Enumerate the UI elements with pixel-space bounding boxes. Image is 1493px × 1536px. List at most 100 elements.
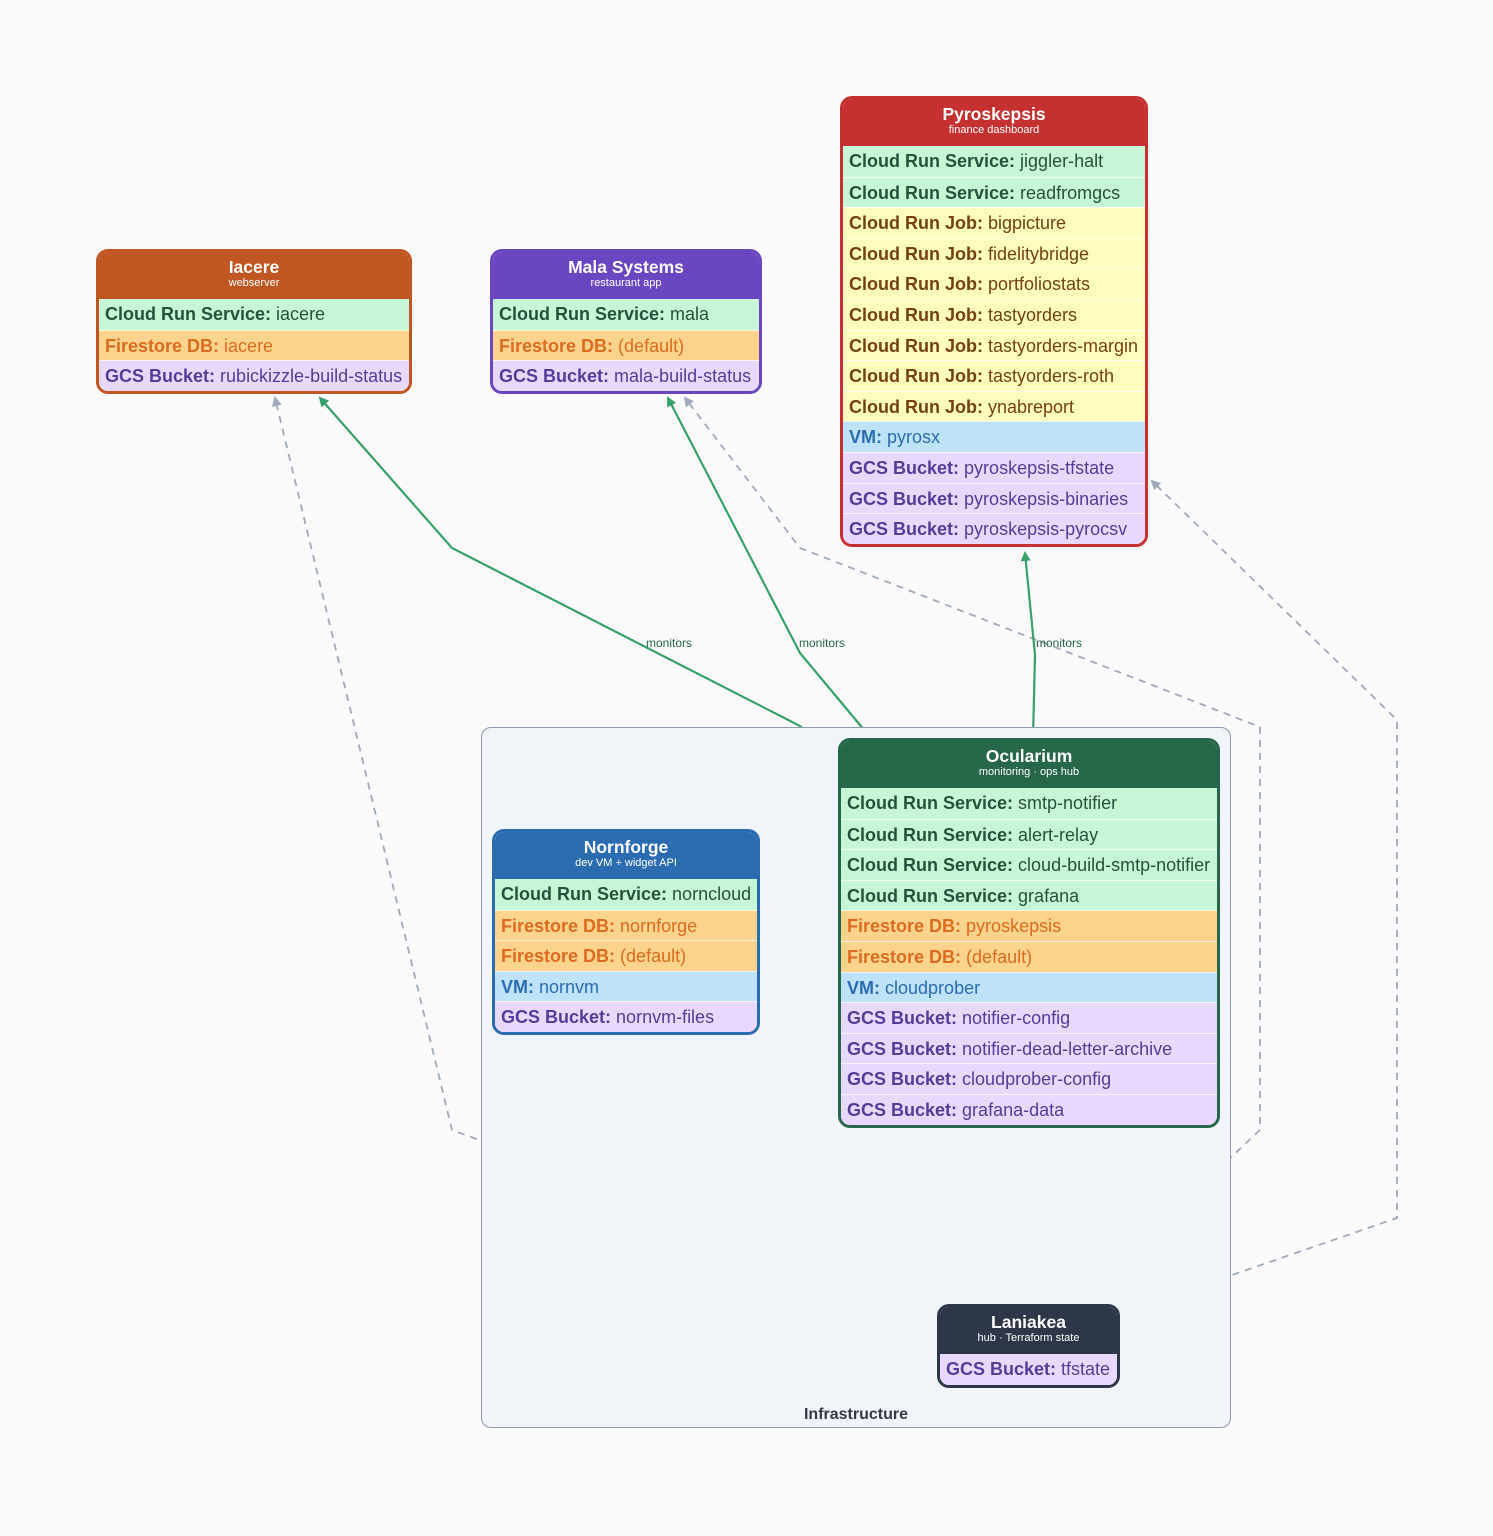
resource-type: Firestore DB: — [501, 946, 616, 967]
resource-row-firestore[interactable]: Firestore DB: (default) — [493, 329, 759, 361]
resource-row-vm[interactable]: VM: pyrosx — [843, 421, 1145, 452]
resource-name: pyroskepsis-binaries — [964, 488, 1129, 509]
resource-row-run-job[interactable]: Cloud Run Job: portfoliostats — [843, 268, 1145, 299]
resource-row-gcs[interactable]: GCS Bucket: pyroskepsis-tfstate — [843, 451, 1145, 483]
resource-row-vm[interactable]: VM: nornvm — [495, 970, 757, 1002]
resource-type: VM: — [847, 977, 880, 998]
node-mala-systems[interactable]: Mala Systems restaurant app Cloud Run Serv… — [490, 249, 762, 394]
resource-name: norncloud — [672, 884, 752, 904]
node-title: Ocularium — [985, 746, 1073, 766]
node-laniakea[interactable]: Laniakea hub · Terraform state GCS Bucket:… — [937, 1304, 1120, 1388]
resource-type: Cloud Run Service: — [501, 884, 668, 904]
resource-type: Cloud Run Service: — [847, 855, 1014, 876]
resource-type: GCS Bucket: — [847, 1038, 958, 1059]
resource-row-gcs[interactable]: GCS Bucket: cloudprober-config — [841, 1063, 1217, 1094]
resource-name: smtp-notifier — [1018, 793, 1118, 813]
resource-row-run-service[interactable]: Cloud Run Service: norncloud — [495, 879, 757, 910]
resource-row-run-service[interactable]: Cloud Run Service: cloud-build-smtp-noti… — [841, 849, 1217, 880]
resource-name: pyroskepsis — [966, 916, 1062, 937]
resource-name: (default) — [618, 335, 685, 356]
resource-name: mala — [670, 304, 710, 324]
edge-monitors-ocularium-to-pyroskepsis — [1020, 551, 1037, 738]
resource-type: GCS Bucket: — [946, 1359, 1057, 1379]
node-title: Iacere — [228, 257, 280, 277]
node-header: Iacere webserver — [99, 252, 409, 299]
resource-row-gcs[interactable]: GCS Bucket: notifier-dead-letter-archive — [841, 1032, 1217, 1064]
resource-row-run-service[interactable]: Cloud Run Service: smtp-notifier — [841, 788, 1217, 819]
resource-row-gcs[interactable]: GCS Bucket: pyroskepsis-pyrocsv — [843, 513, 1145, 544]
resource-row-firestore[interactable]: Firestore DB: (default) — [495, 940, 757, 971]
resource-row-firestore[interactable]: Firestore DB: nornforge — [495, 909, 757, 941]
node-iacere[interactable]: Iacere webserver Cloud Run Service: iacere… — [96, 249, 412, 394]
resource-row-firestore[interactable]: Firestore DB: (default) — [841, 940, 1217, 972]
resource-type: VM: — [501, 976, 534, 997]
resource-type: Cloud Run Job: — [849, 396, 983, 417]
resource-row-gcs[interactable]: GCS Bucket: rubickizzle-build-status — [99, 360, 409, 391]
resource-name: fidelitybridge — [988, 243, 1090, 264]
node-nornforge[interactable]: Nornforge dev VM + widget API Cloud Run Se… — [492, 829, 760, 1035]
resource-name: notifier-dead-letter-archive — [962, 1038, 1173, 1059]
resource-type: Firestore DB: — [501, 915, 616, 936]
resource-name: tastyorders-margin — [988, 335, 1139, 356]
resource-row-run-job[interactable]: Cloud Run Job: ynabreport — [843, 390, 1145, 422]
resource-row-run-service[interactable]: Cloud Run Service: jiggler-halt — [843, 146, 1145, 177]
resource-row-gcs[interactable]: GCS Bucket: grafana-data — [841, 1093, 1217, 1125]
resource-name: pyroskepsis-tfstate — [964, 457, 1115, 478]
cluster-label: Infrastructure — [803, 1406, 909, 1423]
resource-name: jiggler-halt — [1020, 151, 1104, 171]
resource-name: cloudprober — [885, 977, 981, 998]
node-title: Laniakea — [991, 1312, 1066, 1332]
resource-row-run-job[interactable]: Cloud Run Job: bigpicture — [843, 207, 1145, 238]
resource-row-run-job[interactable]: Cloud Run Job: tastyorders-margin — [843, 329, 1145, 361]
resource-name: tastyorders-roth — [988, 366, 1115, 387]
resource-type: GCS Bucket: — [501, 1007, 612, 1028]
resource-type: Cloud Run Job: — [849, 274, 983, 295]
resource-type: Cloud Run Service: — [847, 824, 1014, 845]
resource-type: Cloud Run Job: — [849, 213, 983, 234]
resource-name: ynabreport — [988, 396, 1075, 417]
resource-type: GCS Bucket: — [849, 519, 960, 540]
resource-type: GCS Bucket: — [849, 488, 960, 509]
resource-row-run-service[interactable]: Cloud Run Service: iacere — [99, 299, 409, 330]
resource-name: tfstate — [1061, 1359, 1111, 1379]
resource-name: alert-relay — [1018, 824, 1099, 845]
resource-type: Cloud Run Service: — [849, 182, 1016, 203]
resource-name: nornforge — [620, 915, 698, 936]
resource-row-gcs[interactable]: GCS Bucket: pyroskepsis-binaries — [843, 482, 1145, 514]
resource-name: (default) — [966, 946, 1033, 967]
resource-type: Cloud Run Job: — [849, 243, 983, 264]
resource-name: pyroskepsis-pyrocsv — [964, 519, 1128, 540]
node-pyroskepsis[interactable]: Pyroskepsis finance dashboard Cloud Run Se… — [840, 96, 1148, 547]
resource-row-firestore[interactable]: Firestore DB: pyroskepsis — [841, 910, 1217, 941]
resource-row-gcs[interactable]: GCS Bucket: nornvm-files — [495, 1001, 757, 1032]
resource-name: nornvm — [539, 976, 600, 997]
resource-name: cloudprober-config — [962, 1069, 1112, 1090]
resource-name: mala-build-status — [614, 366, 752, 387]
resource-row-run-service[interactable]: Cloud Run Service: mala — [493, 299, 759, 330]
resource-row-gcs[interactable]: GCS Bucket: notifier-config — [841, 1002, 1217, 1033]
resource-type: Cloud Run Service: — [847, 885, 1014, 906]
resource-row-vm[interactable]: VM: cloudprober — [841, 971, 1217, 1003]
resource-row-run-job[interactable]: Cloud Run Job: tastyorders-roth — [843, 360, 1145, 391]
resource-row-gcs[interactable]: GCS Bucket: mala-build-status — [493, 360, 759, 391]
resource-type: GCS Bucket: — [847, 1008, 958, 1029]
node-subtitle: webserver — [228, 277, 280, 289]
node-title: Mala Systems — [568, 257, 684, 277]
node-subtitle: monitoring · ops hub — [978, 766, 1080, 778]
resource-row-run-job[interactable]: Cloud Run Job: tastyorders — [843, 298, 1145, 330]
resource-name: grafana — [1018, 885, 1080, 906]
node-ocularium[interactable]: Ocularium monitoring · ops hub Cloud Run S… — [838, 738, 1220, 1128]
resource-type: Firestore DB: — [499, 335, 614, 356]
resource-row-run-service[interactable]: Cloud Run Service: readfromgcs — [843, 176, 1145, 208]
resource-row-run-job[interactable]: Cloud Run Job: fidelitybridge — [843, 237, 1145, 269]
edge-label-monitors-mala: monitors — [799, 636, 846, 650]
resource-row-run-service[interactable]: Cloud Run Service: grafana — [841, 879, 1217, 911]
resource-row-run-service[interactable]: Cloud Run Service: alert-relay — [841, 818, 1217, 850]
node-header: Mala Systems restaurant app — [493, 252, 759, 299]
edge-label-monitors-iacere: monitors — [646, 636, 693, 650]
edge-label-monitors-pyroskepsis: monitors — [1036, 636, 1083, 650]
node-title: Nornforge — [583, 837, 669, 857]
resource-row-gcs[interactable]: GCS Bucket: tfstate — [940, 1354, 1117, 1385]
resource-row-firestore[interactable]: Firestore DB: iacere — [99, 329, 409, 361]
node-header: Laniakea hub · Terraform state — [940, 1307, 1117, 1354]
